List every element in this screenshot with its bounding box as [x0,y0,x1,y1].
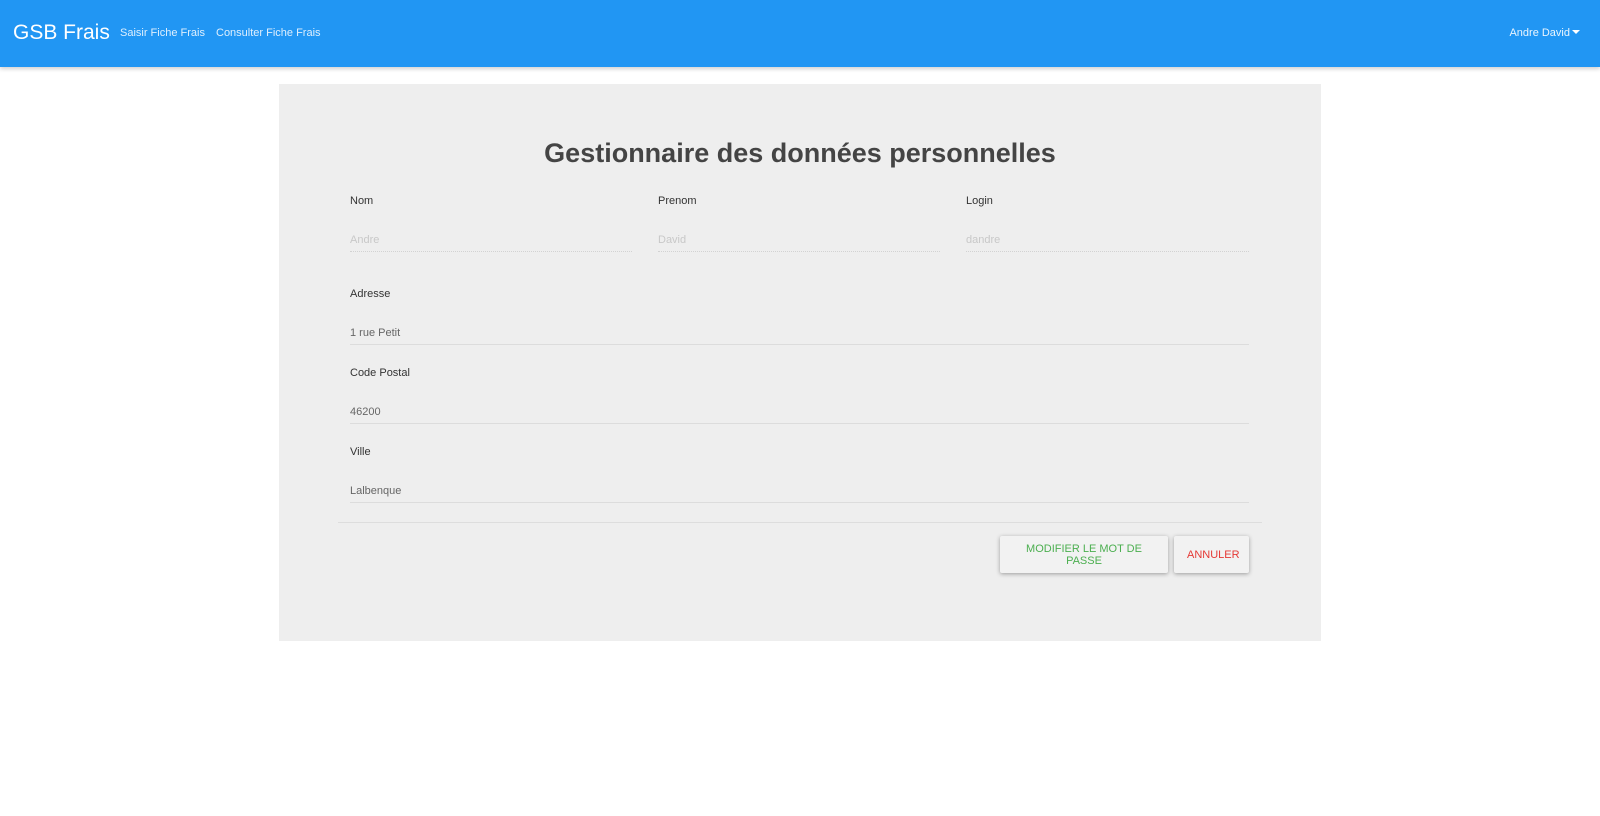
caret-down-icon [1572,30,1580,34]
nom-input [350,229,632,252]
prenom-input [658,229,940,252]
personal-data-panel: Gestionnaire des données personnelles No… [279,84,1321,641]
cancel-button[interactable]: Annuler [1174,536,1249,573]
code-postal-input[interactable] [350,401,1249,424]
ville-label: Ville [350,446,371,458]
field-ville: Ville [350,445,1249,503]
user-name: Andre David [1509,27,1570,39]
field-login: Login [966,194,1249,252]
nom-label: Nom [350,195,374,207]
nav-link-saisir-fiche-frais[interactable]: Saisir Fiche Frais [120,26,205,40]
ville-input[interactable] [350,480,1249,503]
field-nom: Nom [350,194,632,252]
navbar: GSB Frais Saisir Fiche Frais Consulter F… [0,0,1600,67]
login-label: Login [966,195,993,207]
brand-link[interactable]: GSB Frais [13,20,110,46]
page-title: Gestionnaire des données personnelles [544,138,1056,168]
code-postal-label: Code Postal [350,367,410,379]
form-divider [338,522,1262,523]
login-input [966,229,1249,252]
adresse-input[interactable] [350,322,1249,345]
prenom-label: Prenom [658,195,697,207]
user-menu-dropdown[interactable]: Andre David [1509,26,1580,40]
field-prenom: Prenom [658,194,940,252]
nav-link-consulter-fiche-frais[interactable]: Consulter Fiche Frais [216,26,321,40]
adresse-label: Adresse [350,288,391,300]
field-adresse: Adresse [350,287,1249,345]
field-code-postal: Code Postal [350,366,1249,424]
change-password-button[interactable]: Modifier le mot de passe [1000,536,1168,573]
